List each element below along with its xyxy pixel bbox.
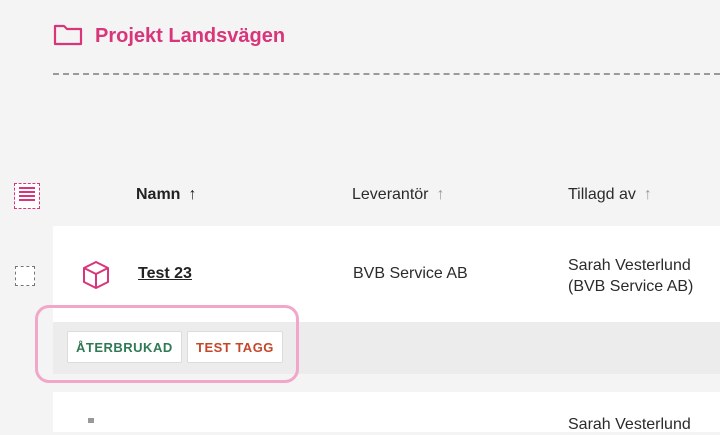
item-name-link[interactable]: Test 23 [138, 265, 192, 283]
tag-test-tagg[interactable]: TEST TAGG [187, 331, 283, 363]
cube-icon [82, 260, 110, 295]
sort-arrow-up-icon: ↑ [188, 186, 197, 203]
item-added-by: Sarah Vesterlund (BVB Service AB) [568, 257, 694, 295]
page-title: Projekt Landsvägen [95, 25, 286, 47]
sort-arrow-up-icon: ↑ [643, 186, 652, 203]
select-all-toggle[interactable] [14, 183, 40, 209]
cube-icon [88, 418, 94, 423]
item-supplier: BVB Service AB [353, 265, 468, 282]
column-header-name[interactable]: Namn ↑ [136, 186, 196, 204]
header-divider [53, 73, 720, 75]
list-icon [18, 186, 36, 207]
sort-arrow-up-icon: ↑ [436, 186, 445, 203]
tag-aterbrukad[interactable]: ÅTERBRUKAD [67, 331, 182, 363]
page-header: Projekt Landsvägen [53, 22, 285, 51]
item-added-by: Sarah Vesterlund [568, 416, 691, 433]
folder-icon [53, 22, 83, 51]
column-header-added-by[interactable]: Tillagd av ↑ [568, 186, 652, 204]
row-checkbox[interactable] [15, 266, 35, 286]
column-header-supplier[interactable]: Leverantör ↑ [352, 186, 445, 204]
